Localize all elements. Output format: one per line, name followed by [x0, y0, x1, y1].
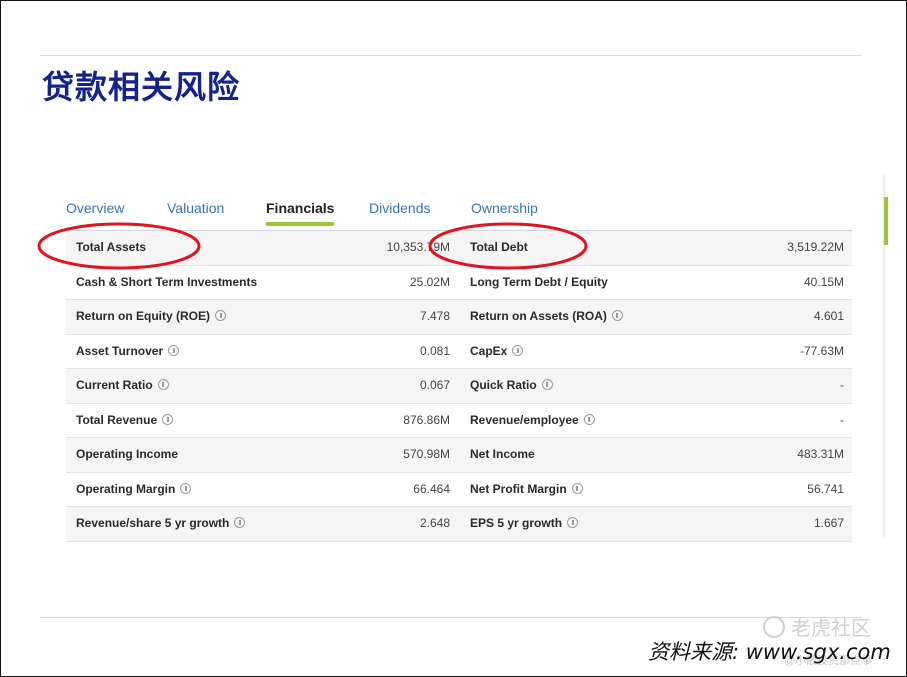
- highlight-oval-total-debt: [428, 222, 588, 270]
- highlight-oval-total-assets: [37, 222, 201, 270]
- annotation-overlay: [37, 222, 588, 270]
- bottom-divider: [40, 617, 862, 618]
- source-caption: 资料来源: www.sgx.com: [648, 640, 891, 664]
- tiger-logo-icon: [763, 616, 785, 638]
